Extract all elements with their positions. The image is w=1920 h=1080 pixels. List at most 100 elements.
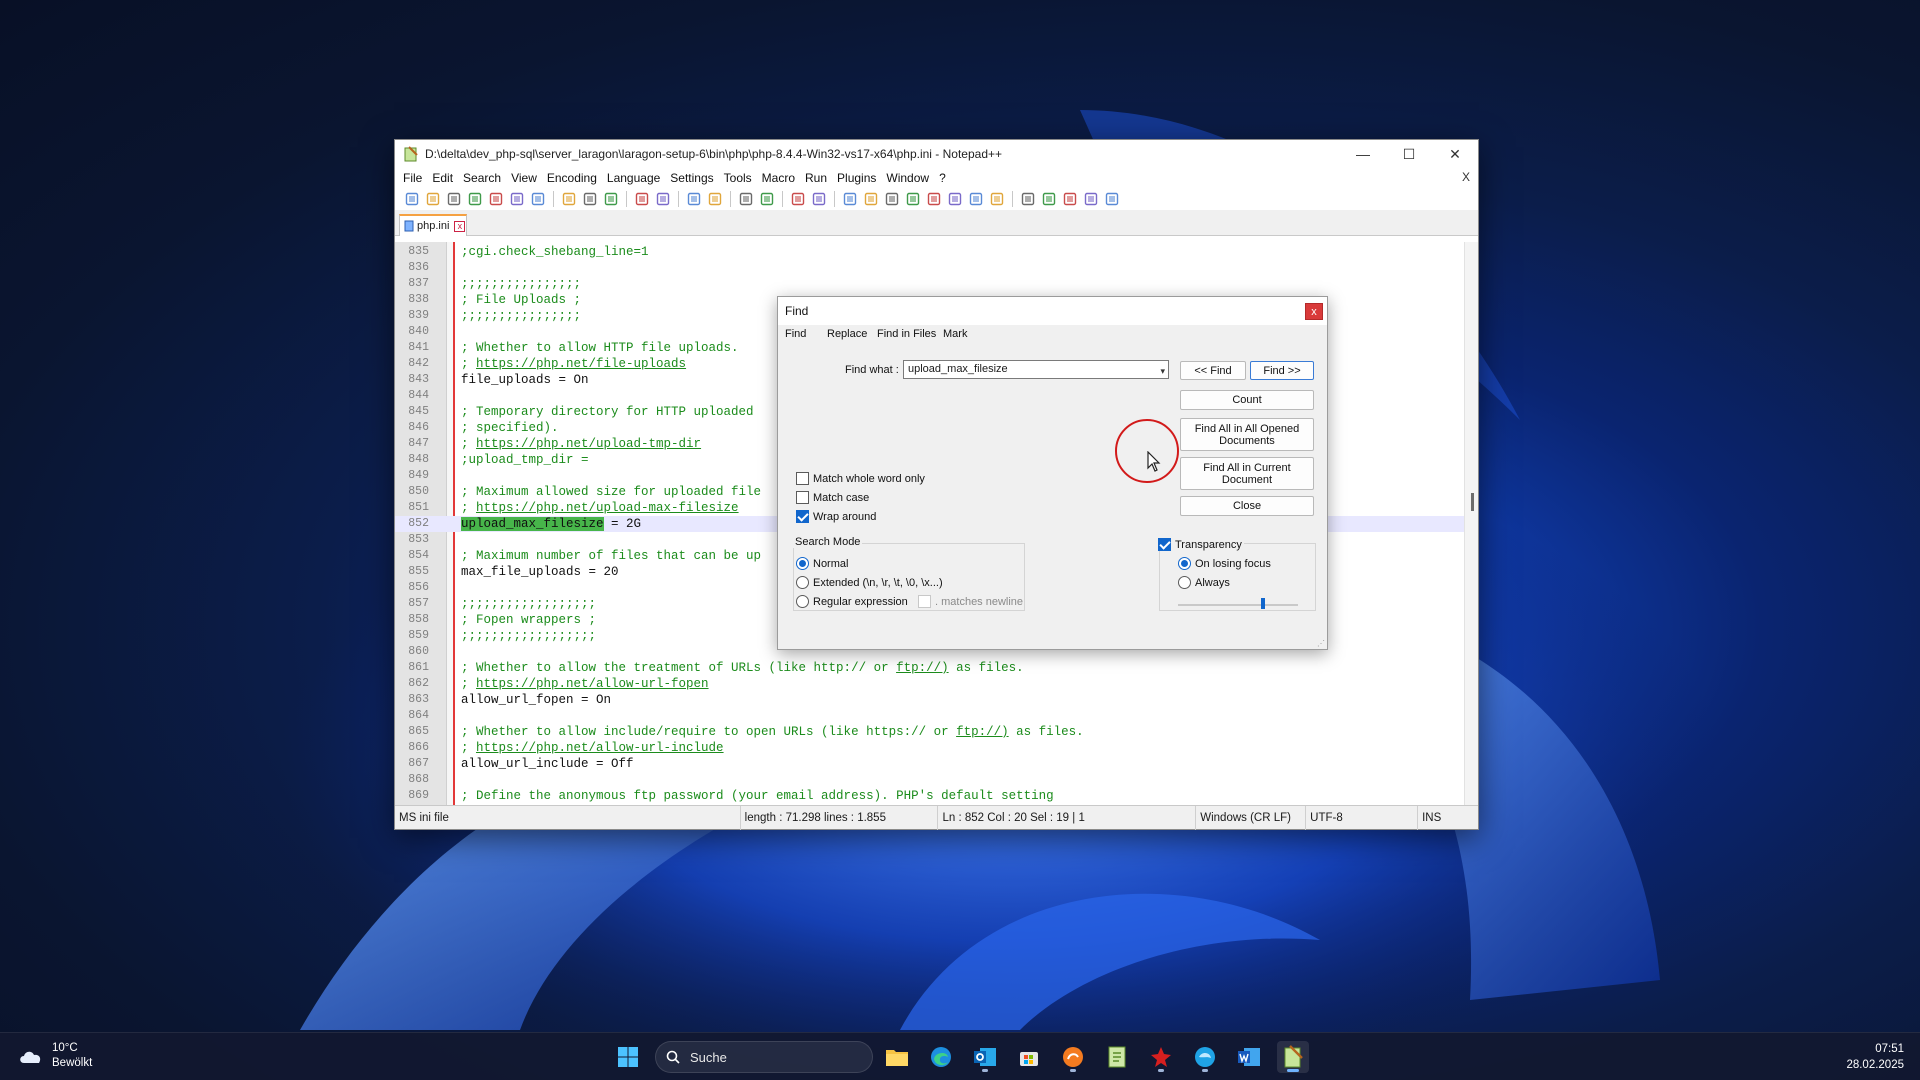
match-case-checkbox[interactable]: Match case <box>796 491 869 504</box>
code-line[interactable]: 862; https://php.net/allow-url-fopen <box>395 676 1465 692</box>
outlook-icon[interactable] <box>969 1041 1001 1073</box>
menu-view[interactable]: View <box>511 171 545 185</box>
find-all-opened-button[interactable]: Find All in All Opened Documents <box>1180 418 1314 451</box>
scroll-thumb[interactable] <box>1471 493 1474 511</box>
sync-vertical-icon[interactable] <box>789 190 807 208</box>
notepad-green-icon[interactable] <box>1101 1041 1133 1073</box>
find-icon[interactable] <box>685 190 703 208</box>
menu-window[interactable]: Window <box>886 171 937 185</box>
close-all-icon[interactable] <box>508 190 526 208</box>
menu-search[interactable]: Search <box>463 171 509 185</box>
mode-normal-radio[interactable]: Normal <box>796 557 848 570</box>
cut-icon[interactable] <box>560 190 578 208</box>
find-close-icon[interactable]: x <box>1305 303 1323 320</box>
app-red-icon[interactable] <box>1145 1041 1177 1073</box>
url-link[interactable]: https://php.net/file-uploads <box>476 357 686 371</box>
menu-language[interactable]: Language <box>607 171 668 185</box>
copy-icon[interactable] <box>581 190 599 208</box>
indent-guide-icon[interactable] <box>883 190 901 208</box>
edge-icon[interactable] <box>925 1041 957 1073</box>
redo-icon[interactable] <box>654 190 672 208</box>
url-link[interactable]: https://php.net/upload-tmp-dir <box>476 437 701 451</box>
tab-find-in-files[interactable]: Find in Files <box>877 328 936 340</box>
menu-file[interactable]: File <box>403 171 430 185</box>
zoom-out-icon[interactable] <box>758 190 776 208</box>
system-clock[interactable]: 07:51 28.02.2025 <box>1846 1041 1904 1073</box>
tab-close-icon[interactable]: x <box>454 220 466 232</box>
always-radio[interactable]: Always <box>1178 576 1230 589</box>
lang-define-icon[interactable] <box>904 190 922 208</box>
maximize-button[interactable]: ☐ <box>1386 140 1432 168</box>
zoom-in-icon[interactable] <box>737 190 755 208</box>
matches-newline-checkbox[interactable]: . matches newline <box>918 595 1023 608</box>
vertical-scrollbar[interactable] <box>1464 242 1478 805</box>
close-button[interactable]: ✕ <box>1432 140 1478 168</box>
run-macro-multiple-icon[interactable] <box>1082 190 1100 208</box>
find-next-button[interactable]: Find >> <box>1250 361 1314 380</box>
menu-help[interactable]: ? <box>939 171 954 185</box>
code-line[interactable]: 868 <box>395 772 1465 788</box>
print-icon[interactable] <box>529 190 547 208</box>
menu-plugins[interactable]: Plugins <box>837 171 884 185</box>
on-losing-focus-radio[interactable]: On losing focus <box>1178 557 1271 570</box>
folder-workspace-icon[interactable] <box>967 190 985 208</box>
code-line[interactable]: 866; https://php.net/allow-url-include <box>395 740 1465 756</box>
close-document-button[interactable]: X <box>1462 170 1470 184</box>
menu-tools[interactable]: Tools <box>724 171 760 185</box>
mode-extended-radio[interactable]: Extended (\n, \r, \t, \0, \x...) <box>796 576 943 589</box>
menu-run[interactable]: Run <box>805 171 835 185</box>
transparency-slider[interactable] <box>1178 604 1298 606</box>
app-blue-icon[interactable] <box>1189 1041 1221 1073</box>
match-whole-word-checkbox[interactable]: Match whole word only <box>796 472 925 485</box>
code-line[interactable]: 867 allow_url_include = Off <box>395 756 1465 772</box>
code-line[interactable]: 865 ; Whether to allow include/require to… <box>395 724 1465 740</box>
paste-icon[interactable] <box>602 190 620 208</box>
transparency-slider-thumb[interactable] <box>1261 598 1265 609</box>
transparency-checkbox[interactable]: Transparency <box>1158 538 1244 551</box>
doc-map-icon[interactable] <box>925 190 943 208</box>
tab-find[interactable]: Find <box>785 328 806 340</box>
stop-record-icon[interactable] <box>1040 190 1058 208</box>
function-list-icon[interactable] <box>946 190 964 208</box>
code-line[interactable]: 835 ;cgi.check_shebang_line=1 <box>395 244 1465 260</box>
code-line[interactable]: 861 ; Whether to allow the treatment of U… <box>395 660 1465 676</box>
chevron-down-icon[interactable]: ▾ <box>1160 363 1165 380</box>
url-link[interactable]: ftp://) <box>896 661 949 675</box>
find-what-input[interactable]: upload_max_filesize ▾ <box>903 360 1169 379</box>
word-wrap-icon[interactable] <box>841 190 859 208</box>
store-icon[interactable] <box>1013 1041 1045 1073</box>
tab-php-ini[interactable]: php.ini x <box>399 214 467 236</box>
open-file-icon[interactable] <box>424 190 442 208</box>
url-link[interactable]: ftp://) <box>956 725 1009 739</box>
resize-grip-icon[interactable]: ⋰ <box>1317 639 1325 648</box>
tab-mark[interactable]: Mark <box>943 328 967 340</box>
save-icon[interactable] <box>445 190 463 208</box>
wrap-around-checkbox[interactable]: Wrap around <box>796 510 876 523</box>
title-bar[interactable]: D:\delta\dev_php-sql\server_laragon\lara… <box>395 140 1478 168</box>
menu-encoding[interactable]: Encoding <box>547 171 605 185</box>
url-link[interactable]: https://php.net/upload-max-filesize <box>476 501 739 515</box>
minimize-button[interactable]: — <box>1340 140 1386 168</box>
menu-settings[interactable]: Settings <box>670 171 721 185</box>
find-title-bar[interactable]: Find x <box>778 297 1327 325</box>
play-macro-icon[interactable] <box>1061 190 1079 208</box>
weather-widget[interactable]: 10°C Bewölkt <box>18 1041 92 1071</box>
close-find-button[interactable]: Close <box>1180 496 1314 516</box>
record-macro-icon[interactable] <box>1019 190 1037 208</box>
word-icon[interactable] <box>1233 1041 1265 1073</box>
menu-macro[interactable]: Macro <box>762 171 803 185</box>
url-link[interactable]: https://php.net/allow-url-include <box>476 741 724 755</box>
code-line[interactable]: 863 allow_url_fopen = On <box>395 692 1465 708</box>
count-button[interactable]: Count <box>1180 390 1314 410</box>
app-orange-icon[interactable] <box>1057 1041 1089 1073</box>
undo-icon[interactable] <box>633 190 651 208</box>
tab-replace[interactable]: Replace <box>827 328 867 340</box>
code-line[interactable]: 869 ; Define the anonymous ftp password (… <box>395 788 1465 804</box>
sync-horizontal-icon[interactable] <box>810 190 828 208</box>
new-file-icon[interactable] <box>403 190 421 208</box>
code-line[interactable]: 864 <box>395 708 1465 724</box>
taskbar-search[interactable]: Suche <box>655 1041 873 1073</box>
close-icon[interactable] <box>487 190 505 208</box>
replace-icon[interactable] <box>706 190 724 208</box>
all-chars-icon[interactable] <box>862 190 880 208</box>
